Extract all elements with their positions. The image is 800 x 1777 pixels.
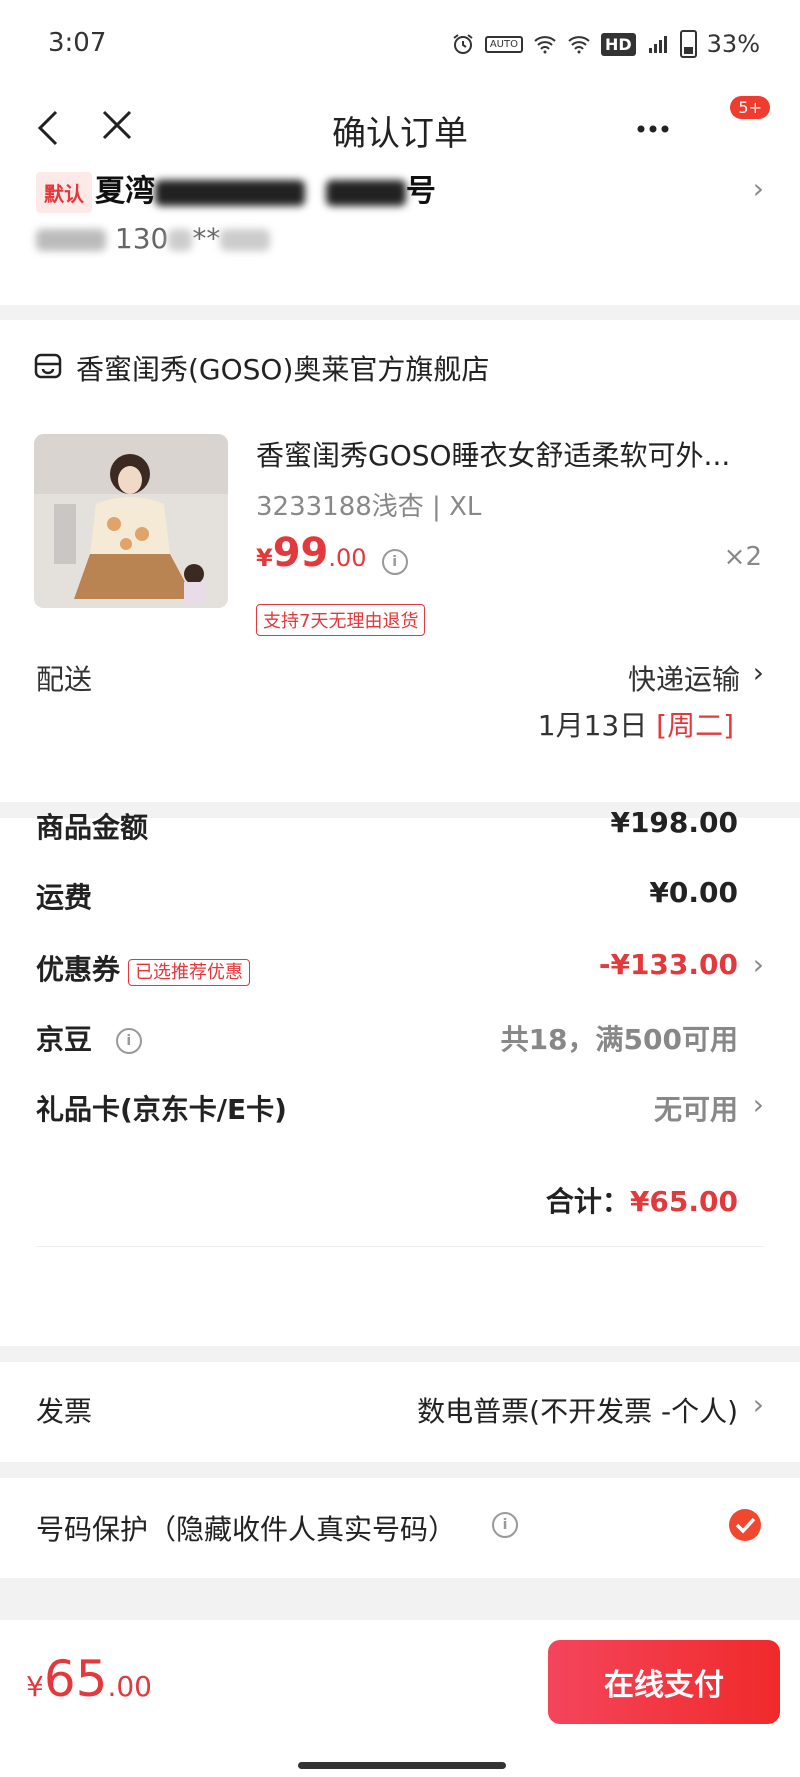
coupon-tag: 已选推荐优惠 xyxy=(128,959,251,986)
battery-icon xyxy=(679,30,697,58)
shop-name[interactable]: 香蜜闺秀(GOSO)奥莱官方旗舰店 xyxy=(76,348,489,388)
default-tag: 默认 xyxy=(36,172,92,213)
bottom-amount-int: 65 xyxy=(43,1650,108,1708)
hd-icon: HD xyxy=(600,32,636,56)
jd-beans-label: 京豆 xyxy=(36,1023,93,1056)
divider xyxy=(36,1246,764,1247)
address-prefix: 夏湾 xyxy=(95,174,155,209)
redacted-block xyxy=(155,179,305,206)
nav-bar: 确认订单 5+ xyxy=(0,90,800,170)
redacted-block xyxy=(36,229,106,251)
delivery-weekday: [周二] xyxy=(656,709,734,742)
bottom-total: ¥65.00 xyxy=(26,1650,152,1708)
price-summary-card: 商品金额 ¥198.00 运费 ¥0.00 优惠券 已选推荐优惠 -¥133.00… xyxy=(0,806,800,1346)
redacted-block xyxy=(168,229,193,251)
signal-icon xyxy=(648,36,667,53)
total-row: 合计：¥65.00 xyxy=(546,1180,738,1220)
jd-beans-row: 京豆 i xyxy=(36,1018,142,1058)
page-title: 确认订单 xyxy=(332,114,468,154)
goods-amount-value: ¥198.00 xyxy=(610,806,738,839)
delivery-date: 1月13日 [周二] xyxy=(538,704,734,744)
jd-beans-info-icon[interactable]: i xyxy=(115,1028,142,1054)
price-info-icon[interactable]: i xyxy=(381,548,408,575)
pay-online-button[interactable]: 在线支付 xyxy=(548,1640,780,1724)
price-currency: ¥ xyxy=(256,544,273,572)
chevron-right-icon[interactable]: › xyxy=(753,656,764,689)
bottom-amount-dec: .00 xyxy=(107,1670,152,1703)
number-protection-label: 号码保护（隐藏收件人真实号码） xyxy=(36,1513,457,1546)
invoice-label: 发票 xyxy=(36,1395,93,1428)
address-phone: 130 ** xyxy=(36,222,271,255)
invoice-row[interactable]: 发票 数电普票(不开发票 -个人) › xyxy=(0,1362,800,1462)
redacted-block xyxy=(325,179,406,206)
price-integer: 99 xyxy=(272,530,329,576)
bottom-currency: ¥ xyxy=(26,1670,44,1703)
coupon-label: 优惠券 xyxy=(36,953,121,986)
wifi-icon-2 xyxy=(568,36,590,54)
invoice-value: 数电普票(不开发票 -个人) xyxy=(417,1395,738,1428)
battery-level: 33% xyxy=(706,30,760,58)
coupon-row[interactable]: 优惠券 已选推荐优惠 xyxy=(36,948,251,988)
phone-masked: ** xyxy=(192,222,221,255)
goods-amount-label: 商品金额 xyxy=(36,811,149,844)
phone-partial: 130 xyxy=(114,222,169,255)
auto-hz-icon: AUTO xyxy=(484,35,523,53)
shipping-value: ¥0.00 xyxy=(649,876,738,909)
chevron-right-icon[interactable]: › xyxy=(753,1088,764,1121)
wifi-icon xyxy=(534,36,556,54)
checkbox-checked-icon[interactable] xyxy=(728,1508,762,1542)
more-badge: 5+ xyxy=(730,96,770,119)
return-policy-tag: 支持7天无理由退货 xyxy=(256,604,426,636)
product-quantity: ×2 xyxy=(723,542,762,572)
delivery-date-text: 1月13日 xyxy=(537,709,648,742)
product-photo xyxy=(34,434,228,608)
delivery-label: 配送 xyxy=(36,663,93,696)
shop-card: 香蜜闺秀(GOSO)奥莱官方旗舰店 香蜜闺秀GOSO睡衣女舒适柔软可外... 3… xyxy=(0,320,800,802)
status-icons: AUTO HD 33% xyxy=(451,30,760,58)
address-suffix: 号 xyxy=(405,174,436,209)
total-value: ¥65.00 xyxy=(629,1185,738,1218)
home-indicator[interactable] xyxy=(298,1762,506,1769)
coupon-value[interactable]: -¥133.00 xyxy=(599,948,738,981)
alarm-icon xyxy=(453,34,473,54)
product-image[interactable] xyxy=(34,434,228,608)
jd-beans-value: 共18，满500可用 xyxy=(500,1023,738,1056)
number-protection-info-icon[interactable]: i xyxy=(492,1512,518,1538)
chevron-right-icon[interactable]: › xyxy=(753,1388,764,1421)
shipping-label: 运费 xyxy=(36,881,93,914)
delivery-method[interactable]: 快递运输 xyxy=(628,658,740,698)
product-spec: 3233188浅杏 | XL xyxy=(256,492,482,522)
product-price: ¥99.00 i xyxy=(256,530,408,576)
more-icon[interactable] xyxy=(636,124,670,134)
gift-card-value[interactable]: 无可用 xyxy=(654,1088,738,1128)
address-line: 夏湾 号 xyxy=(95,166,436,210)
status-time: 3:07 xyxy=(48,28,107,58)
chevron-right-icon[interactable]: › xyxy=(753,948,764,981)
total-label: 合计： xyxy=(545,1185,630,1218)
number-protection-row: 号码保护（隐藏收件人真实号码） i xyxy=(0,1478,800,1578)
product-title[interactable]: 香蜜闺秀GOSO睡衣女舒适柔软可外... xyxy=(256,434,756,474)
chevron-right-icon: › xyxy=(752,172,764,205)
status-bar: 3:07 AUTO HD 33% xyxy=(0,0,800,90)
store-icon xyxy=(34,353,62,379)
redacted-block xyxy=(220,229,271,251)
price-decimal: .00 xyxy=(328,544,367,572)
address-card[interactable]: 默认 夏湾 号 130 ** › xyxy=(0,170,800,305)
bottom-pay-bar: ¥65.00 在线支付 xyxy=(0,1620,800,1777)
gift-card-label[interactable]: 礼品卡(京东卡/E卡) xyxy=(36,1088,287,1128)
